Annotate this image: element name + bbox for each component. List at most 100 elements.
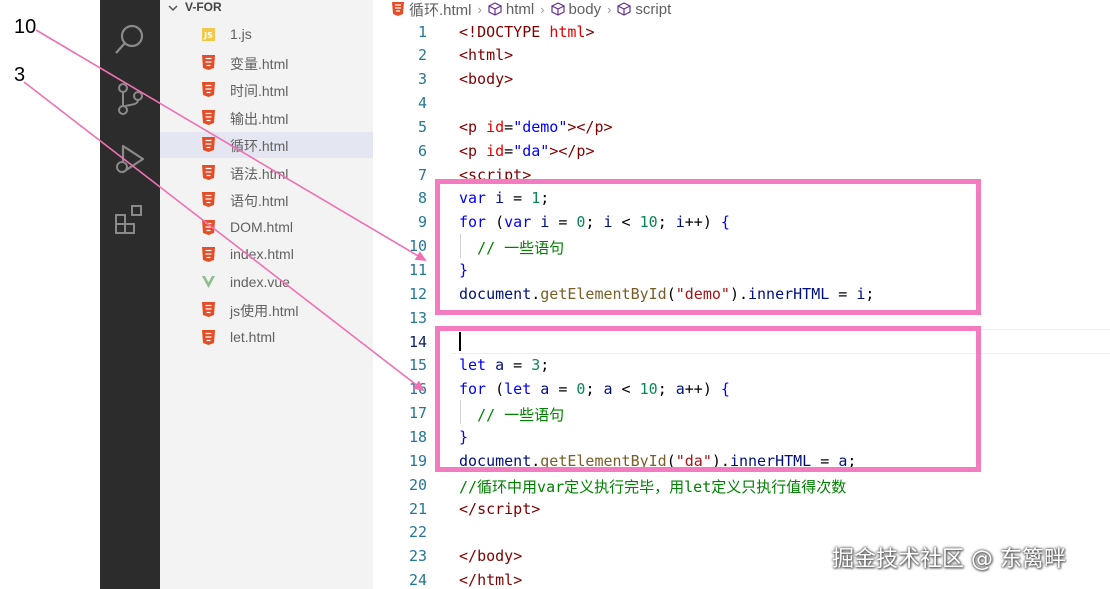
code-token: ></ (549, 141, 577, 160)
breadcrumb: 循环.html › html › body › script (391, 0, 671, 20)
line-number: 1 (417, 22, 427, 41)
line-number: 3 (417, 70, 427, 89)
code-token: < (459, 141, 469, 160)
code-token: p (594, 117, 604, 136)
line-number: 21 (408, 499, 427, 518)
code-token: ></ (567, 117, 595, 136)
line-number: 24 (408, 571, 427, 589)
code-token: html (549, 22, 586, 41)
code-token: body (468, 70, 505, 89)
file-name: 输出.html (230, 110, 289, 127)
line-number: 6 (417, 141, 427, 160)
file-item[interactable]: index.vue (160, 270, 373, 296)
code-line: 20 //循环中用var定义执行完毕，用let定义只执行值得次数 (373, 474, 1110, 498)
search-icon[interactable] (113, 22, 147, 56)
line-number: 22 (408, 523, 427, 542)
file-item[interactable]: index.html (160, 242, 373, 268)
annotation-label-10: 10 (14, 16, 37, 38)
breadcrumb-body[interactable]: body (569, 1, 602, 18)
file-item[interactable]: DOM.html (160, 215, 373, 241)
file-item[interactable]: 语句.html (160, 187, 373, 213)
code-token: </ (459, 499, 478, 518)
breadcrumb-file[interactable]: 循环.html (409, 0, 472, 20)
breadcrumb-script[interactable]: script (635, 1, 671, 18)
html-file-icon (202, 247, 215, 262)
chevron-down-icon[interactable] (168, 3, 178, 13)
line-number: 19 (408, 451, 427, 470)
file-item[interactable]: 输出.html (160, 105, 373, 131)
file-name: 语句.html (230, 193, 289, 209)
vue-file-icon (202, 275, 215, 288)
file-item[interactable]: let.html (160, 325, 373, 351)
line-number: 20 (408, 475, 427, 494)
code-token: "demo" (513, 117, 568, 136)
line-number: 12 (408, 284, 427, 303)
line-number: 17 (408, 404, 427, 423)
breadcrumb-html[interactable]: html (506, 1, 534, 18)
code-token: < (459, 70, 469, 89)
line-number: 11 (408, 261, 427, 279)
file-item[interactable]: 语法.html (160, 160, 373, 186)
code-token: > (585, 141, 595, 160)
code-line: 3 <body> (373, 68, 1110, 92)
element-cube-icon (550, 2, 565, 16)
js-file-icon: JS (202, 28, 215, 41)
code-line: 21 </script> (373, 498, 1110, 522)
line-number: 2 (417, 46, 427, 65)
code-token: > (504, 70, 514, 89)
screenshot: 10 3 V-FOR JS 1.js 变量.html 时间.html 输出.ht… (0, 0, 1110, 589)
line-number: 13 (408, 308, 427, 327)
html-file-icon (202, 164, 215, 180)
line-number: 5 (417, 117, 427, 136)
code-token: > (603, 117, 613, 136)
breadcrumb-separator: › (477, 1, 482, 17)
breadcrumb-separator: › (540, 1, 545, 17)
code-line: 2 <html> (373, 44, 1110, 68)
code-token: </ (459, 571, 478, 589)
file-name: 语法.html (230, 165, 289, 182)
file-name: 时间.html (230, 83, 289, 99)
explorer-folder-title[interactable]: V-FOR (185, 0, 222, 14)
code-token: html (468, 46, 505, 65)
code-token: <! (459, 22, 478, 41)
breadcrumb-separator: › (607, 1, 612, 17)
code-token: html (477, 571, 514, 589)
code-token: > (585, 22, 595, 41)
html-file-icon (202, 302, 215, 317)
file-item[interactable]: 循环.html (160, 132, 373, 158)
extensions-icon[interactable] (113, 202, 147, 236)
code-text: </script> (459, 500, 540, 518)
line-number: 15 (408, 356, 427, 375)
code-text: <body> (459, 70, 513, 88)
line-number: 23 (408, 547, 427, 566)
line-number: 9 (417, 213, 427, 232)
code-token: body (477, 547, 514, 566)
line-number: 7 (417, 165, 427, 184)
code-token: id (486, 141, 505, 160)
source-control-icon[interactable] (113, 82, 147, 116)
run-debug-icon[interactable] (113, 142, 147, 176)
code-token: < (459, 117, 469, 136)
html-file-icon (202, 109, 215, 125)
file-item[interactable]: js使用.html (160, 297, 373, 323)
code-text: //循环中用var定义执行完毕，用let定义只执行值得次数 (459, 476, 846, 497)
watermark: 掘金技术社区 @ 东篱畔 (832, 547, 1066, 572)
element-cube-icon (488, 2, 502, 16)
activity-bar (100, 0, 160, 589)
file-item[interactable]: 时间.html (160, 77, 373, 103)
file-item[interactable]: JS 1.js (160, 22, 373, 48)
code-token: DOCTYPE (477, 22, 550, 41)
code-text: <!DOCTYPE html> (459, 23, 594, 41)
line-number: 4 (417, 94, 427, 113)
code-line: 4 (373, 92, 1110, 116)
line-number: 18 (408, 427, 427, 446)
code-token: > (504, 46, 514, 65)
file-item[interactable]: 变量.html (160, 50, 373, 76)
code-token: > (513, 547, 523, 566)
code-text: <p id="da"></p> (459, 142, 594, 160)
highlight-box-let-loop (435, 326, 981, 472)
file-name: 变量.html (230, 55, 289, 72)
code-token: = (504, 141, 514, 160)
code-token: "da" (513, 141, 550, 160)
html-file-icon (392, 2, 404, 16)
